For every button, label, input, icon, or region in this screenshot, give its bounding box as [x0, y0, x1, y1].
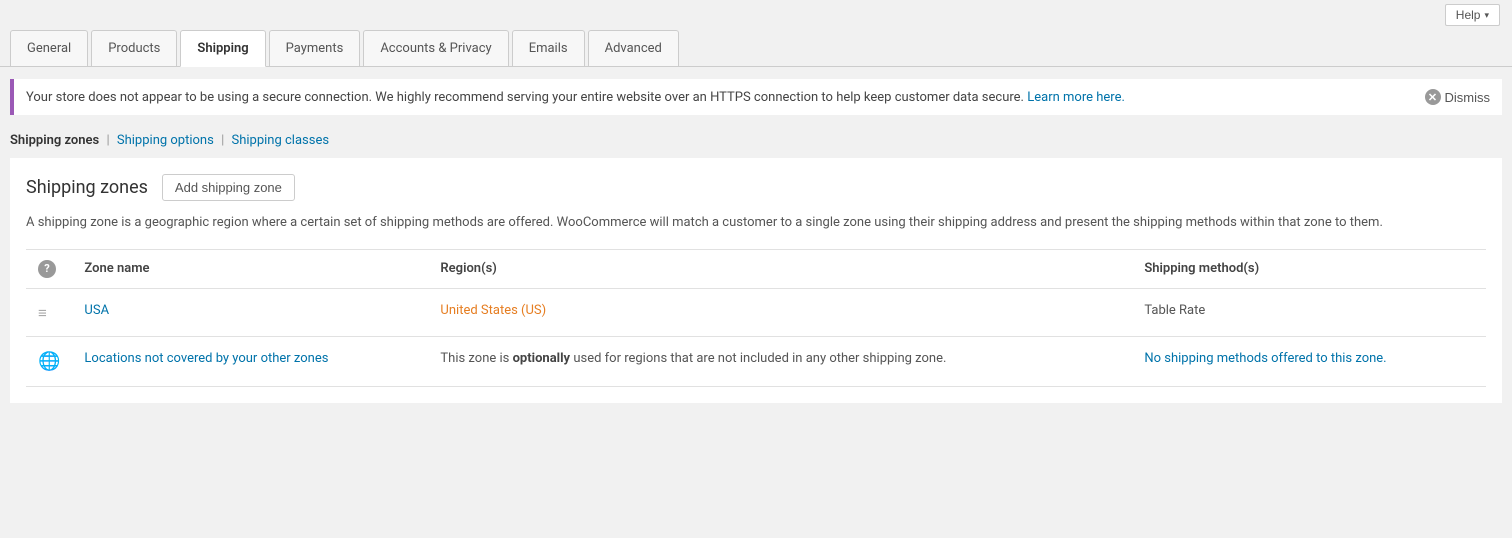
drag-handle-icon[interactable]: ≡ [38, 304, 47, 322]
main-content: Your store does not appear to be using a… [0, 79, 1512, 403]
optional-zone-name-cell: Locations not covered by your other zone… [72, 336, 428, 386]
shipping-method-text: Table Rate [1144, 303, 1205, 318]
globe-icon: 🌐 [38, 351, 60, 372]
sub-nav-sep-1: | [106, 133, 109, 148]
tab-accounts-privacy[interactable]: Accounts & Privacy [363, 30, 508, 66]
drag-handle-cell: ≡ [26, 288, 72, 336]
tabs-row: General Products Shipping Payments Accou… [0, 30, 1512, 66]
dismiss-icon: ✕ [1425, 89, 1441, 105]
shipping-zones-table: ? Zone name Region(s) Shipping method(s)… [26, 249, 1486, 387]
section-header: Shipping zones Add shipping zone [26, 174, 1486, 201]
sub-nav-sep-2: | [221, 133, 224, 148]
no-method-text: No shipping methods offered to this zone… [1144, 351, 1386, 366]
tab-payments[interactable]: Payments [269, 30, 361, 66]
sub-navigation: Shipping zones | Shipping options | Ship… [0, 127, 1512, 158]
info-icon: ? [38, 260, 56, 278]
help-label: Help [1456, 8, 1481, 22]
tabs-container: General Products Shipping Payments Accou… [0, 30, 1512, 67]
tab-general[interactable]: General [10, 30, 88, 66]
section-title: Shipping zones [26, 177, 148, 198]
optional-region-bold: optionally [513, 351, 571, 366]
locations-not-covered-link[interactable]: Locations not covered by your other zone… [84, 351, 328, 366]
col-header-shipping-methods: Shipping method(s) [1132, 249, 1486, 288]
help-button[interactable]: Help ▾ [1445, 4, 1500, 26]
optional-method-cell: No shipping methods offered to this zone… [1132, 336, 1486, 386]
optional-zone-row: 🌐 Locations not covered by your other zo… [26, 336, 1486, 386]
notice-text: Your store does not appear to be using a… [26, 90, 1405, 105]
dismiss-label: Dismiss [1445, 90, 1491, 105]
sub-nav-shipping-options[interactable]: Shipping options [117, 133, 214, 148]
usa-zone-link[interactable]: USA [84, 303, 109, 318]
tab-products[interactable]: Products [91, 30, 177, 66]
col-header-zone-name: Zone name [72, 249, 428, 288]
add-shipping-zone-button[interactable]: Add shipping zone [162, 174, 295, 201]
tab-advanced[interactable]: Advanced [588, 30, 679, 66]
region-text: United States (US) [440, 303, 546, 318]
col-header-regions: Region(s) [428, 249, 1132, 288]
chevron-icon: ▾ [1484, 10, 1489, 21]
optional-region-before: This zone is [440, 351, 512, 366]
tab-shipping[interactable]: Shipping [180, 30, 265, 67]
dismiss-button[interactable]: ✕ Dismiss [1405, 89, 1491, 105]
sub-nav-shipping-zones[interactable]: Shipping zones [10, 133, 99, 148]
regions-cell: United States (US) [428, 288, 1132, 336]
sub-nav-shipping-classes[interactable]: Shipping classes [231, 133, 329, 148]
col-header-icon: ? [26, 249, 72, 288]
shipping-method-cell: Table Rate [1132, 288, 1486, 336]
globe-icon-cell: 🌐 [26, 336, 72, 386]
table-header-row: ? Zone name Region(s) Shipping method(s) [26, 249, 1486, 288]
notice-learn-more-link[interactable]: Learn more here. [1027, 90, 1125, 105]
top-bar: Help ▾ [0, 0, 1512, 30]
optional-region-cell: This zone is optionally used for regions… [428, 336, 1132, 386]
table-row: ≡ USA United States (US) Table Rate [26, 288, 1486, 336]
notice-banner: Your store does not appear to be using a… [10, 79, 1502, 115]
optional-region-after: used for regions that are not included i… [570, 351, 946, 366]
zone-name-cell: USA [72, 288, 428, 336]
section-description: A shipping zone is a geographic region w… [26, 213, 1486, 233]
tab-emails[interactable]: Emails [512, 30, 585, 66]
content-area: Shipping zones Add shipping zone A shipp… [10, 158, 1502, 403]
